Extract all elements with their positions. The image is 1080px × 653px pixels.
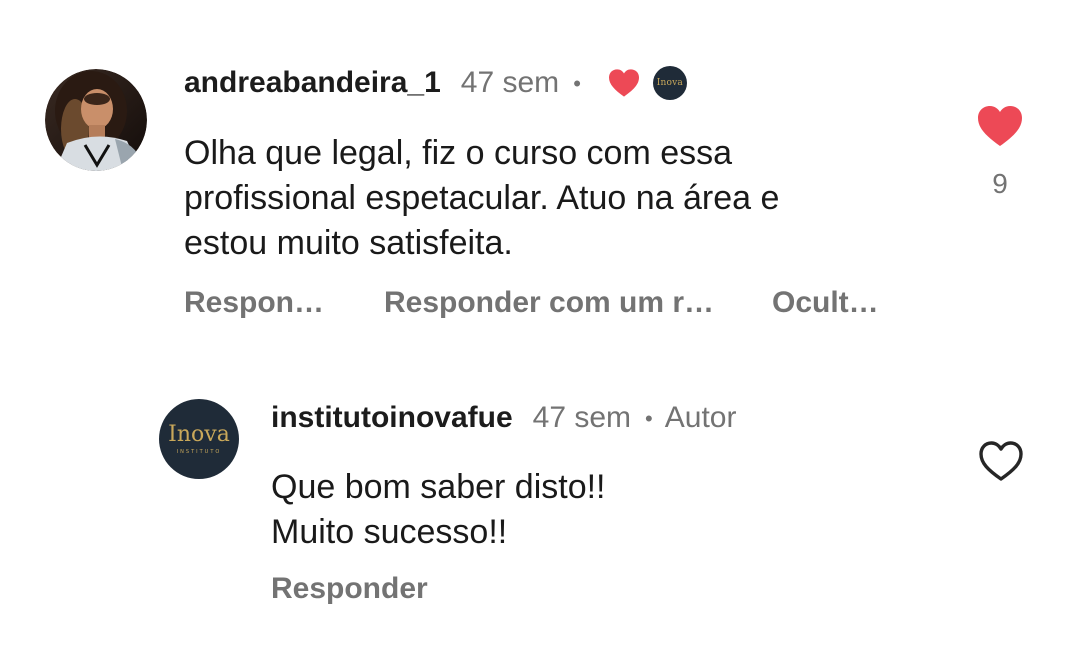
creator-liked-heart-icon: [607, 68, 641, 98]
comment-header: andreabandeira_1 47 sem • Inova: [184, 62, 687, 104]
reply-button[interactable]: Respon…: [184, 286, 324, 320]
avatar-photo: [45, 69, 147, 171]
avatar-logo-subtext: INSTITUTO: [176, 448, 222, 455]
reply-with-reel-button[interactable]: Responder com um r…: [384, 286, 714, 320]
reply-button[interactable]: Responder: [271, 572, 428, 606]
comment-header: institutoinovafue 47 sem • Autor: [271, 397, 736, 439]
heart-outline-icon: [979, 441, 1023, 481]
avatar[interactable]: Inova INSTITUTO: [159, 399, 239, 479]
timestamp: 47 sem: [532, 401, 632, 434]
author-tag: Autor: [664, 401, 737, 434]
heart-filled-icon: [978, 106, 1022, 146]
like-button[interactable]: [976, 104, 1024, 148]
like-count[interactable]: 9: [976, 168, 1024, 200]
creator-avatar-badge: Inova: [652, 66, 687, 100]
comment-text: Que bom saber disto!! Muito sucesso!!: [271, 468, 606, 551]
avatar-logo-text: Inova: [168, 421, 230, 447]
separator-dot: •: [645, 406, 653, 431]
separator-dot: •: [573, 71, 581, 96]
hide-button[interactable]: Ocult…: [772, 286, 879, 320]
username[interactable]: andreabandeira_1: [184, 66, 441, 100]
username[interactable]: institutoinovafue: [271, 401, 513, 435]
like-button[interactable]: [977, 439, 1025, 483]
timestamp: 47 sem: [460, 66, 560, 99]
avatar[interactable]: [45, 69, 147, 171]
comment-text: Olha que legal, fiz o curso com essa pro…: [184, 134, 780, 262]
